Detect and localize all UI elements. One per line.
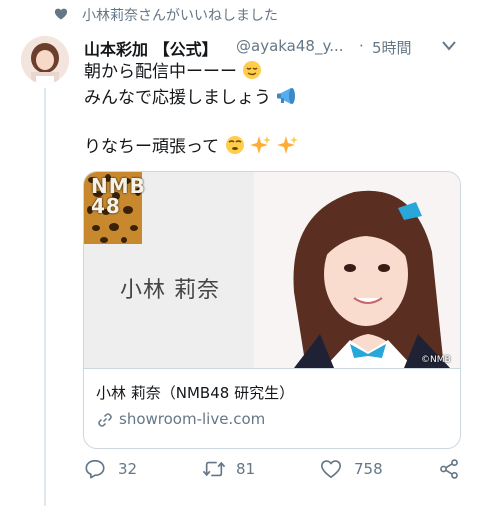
heart-filled-icon [54,8,68,20]
like-count: 758 [354,460,383,478]
author-handle[interactable]: @ayaka48_y... [236,37,344,55]
retweet-count: 81 [236,460,256,478]
card-title: 小林 莉奈（NMB48 研究生） [96,384,295,402]
tweet-text-line-2: みんなで応援しましょう [84,86,298,109]
tweet-text-line-1: 朝から配信中ーーー [84,60,262,83]
relieved-face-emoji-icon [243,61,262,79]
card-domain: showroom-live.com [119,410,266,428]
tweet-text-line-2-text: みんなで応援しましょう [84,88,271,108]
sparkles-emoji-icon [249,136,271,154]
megaphone-emoji-icon [277,88,296,104]
nmb48-logo: NMB 48 [91,176,146,216]
tweet-text-line-3-text: りなちー頑張って [84,137,220,157]
like-button[interactable]: 758 [320,458,400,482]
share-icon [440,459,458,479]
link-preview-card[interactable]: NMB 48 小林 莉奈 ©NMB 小林 莉奈（NMB48 研究生） showr… [83,171,461,449]
avatar[interactable] [21,36,69,84]
reply-icon [85,459,105,479]
retweet-icon [202,461,226,477]
separator-dot: · [359,37,364,55]
liked-by-text: 小林莉奈さんがいいねしました [82,8,278,24]
nmb48-logo-line-1: NMB [91,174,146,198]
link-icon [98,413,112,427]
card-divider [84,368,460,369]
author-name[interactable]: 山本彩加 【公式】 [84,36,218,60]
sparkles-emoji-icon [277,136,299,154]
retweet-button[interactable]: 81 [202,458,272,482]
avatar-image [21,36,69,84]
reply-count: 32 [118,460,138,478]
heart-icon [321,460,341,479]
tweet-time[interactable]: 5時間 [372,37,412,58]
face-emoji-icon [225,136,244,154]
liked-by-banner[interactable]: 小林莉奈さんがいいねしました [0,0,480,30]
reply-button[interactable]: 32 [84,458,154,482]
tweet-text-line-1-text: 朝から配信中ーーー [84,62,237,82]
nmb48-logo-line-2: 48 [91,194,121,218]
chevron-down-icon[interactable] [441,40,457,52]
card-image-name: 小林 莉奈 [120,278,220,303]
thread-line [44,88,46,506]
tweet-text-line-3: りなちー頑張って [84,135,299,158]
profile-photo [254,172,460,368]
card-image: NMB 48 小林 莉奈 ©NMB [84,172,460,368]
photo-watermark: ©NMB [421,355,451,365]
share-button[interactable] [438,458,462,482]
